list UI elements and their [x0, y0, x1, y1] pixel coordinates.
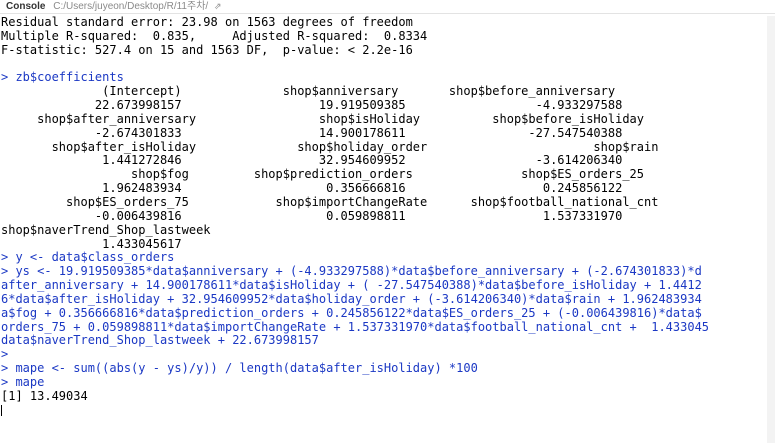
console-command-line: > [1, 347, 9, 362]
console-command-line: 6*data$after_isHoliday + 32.954609952*da… [1, 291, 702, 306]
console-command-line: > mape [1, 374, 45, 389]
console-command-line: > ys <- 19.919509385*data$anniversary + … [1, 264, 702, 279]
console-output[interactable]: Residual standard error: 23.98 on 1563 d… [0, 16, 775, 443]
console-command-line: orders_75 + 0.059898811*data$importChang… [1, 319, 710, 334]
console-output-line: [1] 13.49034 [1, 388, 88, 403]
working-directory-path: C:/Users/juyeon/Desktop/R/11주차/ [53, 1, 209, 12]
console-command-line: a$fog + 0.356666816*data$prediction_orde… [1, 305, 702, 320]
console-output-line: 22.673998157 19.919509385 -4.933297588 [1, 98, 623, 113]
console-output-line: Residual standard error: 23.98 on 1563 d… [1, 16, 413, 29]
console-scrollbar[interactable] [767, 16, 775, 443]
console-tab-title[interactable]: Console [6, 1, 45, 12]
console-output-line: (Intercept) shop$anniversary shop$before… [1, 84, 616, 99]
console-output-line: 1.433045617 [1, 236, 182, 251]
console-output-line: shop$naverTrend_Shop_lastweek [1, 222, 211, 237]
console-output-line: 1.441272846 32.954609952 -3.614206340 [1, 153, 623, 168]
arrow-right-icon[interactable]: ⇗ [214, 1, 222, 11]
console-command-line: > zb$coefficients [1, 70, 124, 85]
console-output-line: Multiple R-squared: 0.835, Adjusted R-sq… [1, 28, 428, 43]
console-output-line: -2.674301833 14.900178611 -27.547540388 [1, 125, 623, 140]
console-output-line: F-statistic: 527.4 on 15 and 1563 DF, p-… [1, 42, 413, 57]
console-command-line: > mape <- sum((abs(y - ys)/y)) / length(… [1, 361, 478, 376]
console-output-line: shop$fog shop$prediction_orders shop$ES_… [1, 167, 644, 182]
console-header: Console C:/Users/juyeon/Desktop/R/11주차/ … [0, 0, 775, 14]
console-output-line: 1.962483934 0.356666816 0.245856122 [1, 181, 623, 196]
console-command-line: data$naverTrend_Shop_lastweek + 22.67399… [1, 333, 319, 348]
console-output-line: shop$after_anniversary shop$isHoliday sh… [1, 111, 644, 126]
console-output-line: shop$after_isHoliday shop$holiday_order … [1, 139, 659, 154]
console-command-line: after_anniversary + 14.900178611*data$is… [1, 278, 702, 293]
text-cursor [1, 404, 2, 416]
console-output-line: shop$ES_orders_75 shop$importChangeRate … [1, 194, 659, 209]
console-prompt-line [1, 404, 775, 418]
console-output-line: -0.006439816 0.059898811 1.537331970 [1, 208, 623, 223]
console-command-line: > y <- data$class_orders [1, 250, 175, 265]
